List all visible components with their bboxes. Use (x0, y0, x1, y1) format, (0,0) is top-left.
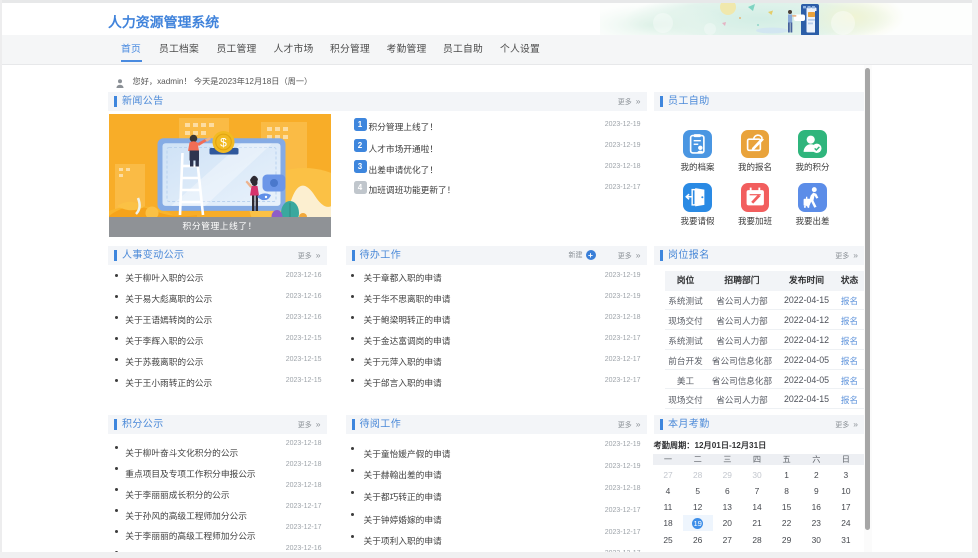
svg-text:$: $ (220, 135, 227, 149)
